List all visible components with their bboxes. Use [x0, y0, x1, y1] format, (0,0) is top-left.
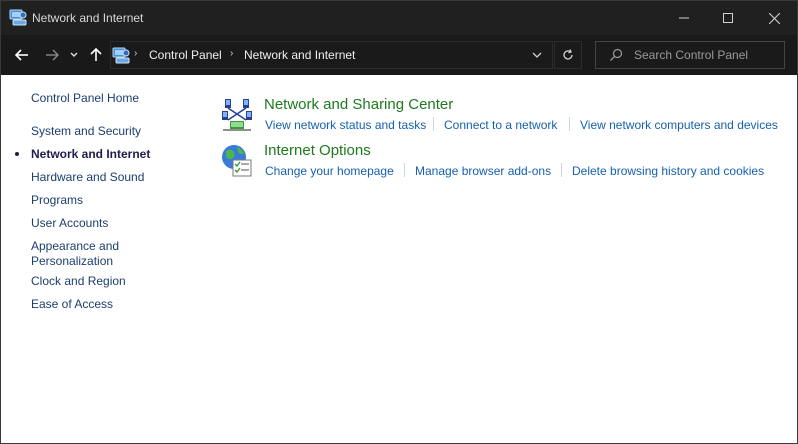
maximize-icon: [723, 13, 733, 23]
sidebar-item-appearance-and-personalization[interactable]: Appearance and: [31, 239, 119, 254]
sidebar-item-system-and-security[interactable]: System and Security: [31, 124, 141, 139]
view-network-computers-link[interactable]: View network computers and devices: [580, 118, 778, 132]
navigation-bar: › Control Panel › Network and Internet: [1, 35, 797, 75]
up-button[interactable]: [85, 43, 107, 67]
arrow-right-icon: [46, 49, 59, 61]
network-and-sharing-center-link[interactable]: Network and Sharing Center: [264, 96, 453, 113]
address-bar[interactable]: › Control Panel › Network and Internet: [110, 41, 553, 69]
sidebar-item-ease-of-access[interactable]: Ease of Access: [31, 297, 113, 312]
view-network-status-link[interactable]: View network status and tasks: [265, 118, 426, 132]
internet-options-link[interactable]: Internet Options: [264, 142, 371, 159]
refresh-icon: [563, 49, 573, 60]
sidebar: Control Panel Home System and Security N…: [1, 75, 201, 443]
change-homepage-link[interactable]: Change your homepage: [265, 164, 394, 178]
address-dropdown-button[interactable]: [529, 48, 545, 62]
delete-browsing-history-link[interactable]: Delete browsing history and cookies: [572, 164, 764, 178]
sidebar-item-network-and-internet: Network and Internet: [31, 147, 151, 161]
arrow-left-icon: [15, 49, 28, 61]
sidebar-item-hardware-and-sound[interactable]: Hardware and Sound: [31, 170, 144, 185]
sidebar-item-clock-and-region[interactable]: Clock and Region: [31, 274, 126, 289]
connect-to-network-link[interactable]: Connect to a network: [444, 118, 557, 132]
sidebar-item-programs[interactable]: Programs: [31, 193, 83, 208]
forward-button[interactable]: [40, 43, 64, 67]
minimize-icon: [679, 17, 689, 19]
sidebar-item-control-panel-home[interactable]: Control Panel Home: [31, 91, 139, 106]
search-icon: [610, 48, 623, 61]
sidebar-item-user-accounts[interactable]: User Accounts: [31, 216, 108, 231]
current-page-bullet-icon: [15, 152, 19, 156]
chevron-down-icon: [70, 52, 78, 57]
search-input[interactable]: [634, 46, 780, 64]
breadcrumb-separator-icon[interactable]: ›: [230, 48, 233, 59]
window-title: Network and Internet: [32, 11, 144, 25]
manage-browser-addons-link[interactable]: Manage browser add-ons: [415, 164, 551, 178]
network-sharing-icon[interactable]: [219, 97, 255, 133]
task-separator: [404, 163, 405, 177]
refresh-button[interactable]: [554, 41, 582, 69]
control-panel-icon: [9, 9, 27, 26]
breadcrumb-network-and-internet[interactable]: Network and Internet: [244, 48, 355, 62]
chevron-down-icon: [532, 52, 542, 58]
content-area: Control Panel Home System and Security N…: [1, 75, 797, 443]
breadcrumb-separator-icon[interactable]: ›: [134, 48, 137, 59]
control-panel-window: Network and Internet › Control Panel › N…: [0, 0, 798, 444]
sidebar-item-appearance-and-personalization-line2[interactable]: Personalization: [31, 254, 113, 269]
back-button[interactable]: [10, 43, 34, 67]
maximize-button[interactable]: [705, 1, 751, 35]
arrow-up-icon: [90, 48, 102, 61]
task-separator: [561, 163, 562, 177]
close-button[interactable]: [751, 1, 797, 35]
close-icon: [768, 12, 780, 24]
internet-options-icon[interactable]: [219, 143, 255, 179]
task-separator: [433, 117, 434, 131]
breadcrumb-control-panel[interactable]: Control Panel: [149, 48, 222, 62]
search-box[interactable]: [595, 41, 785, 69]
title-bar[interactable]: Network and Internet: [1, 1, 797, 35]
task-separator: [569, 117, 570, 131]
control-panel-icon: [112, 47, 130, 64]
recent-locations-button[interactable]: [66, 43, 82, 67]
minimize-button[interactable]: [661, 1, 707, 35]
